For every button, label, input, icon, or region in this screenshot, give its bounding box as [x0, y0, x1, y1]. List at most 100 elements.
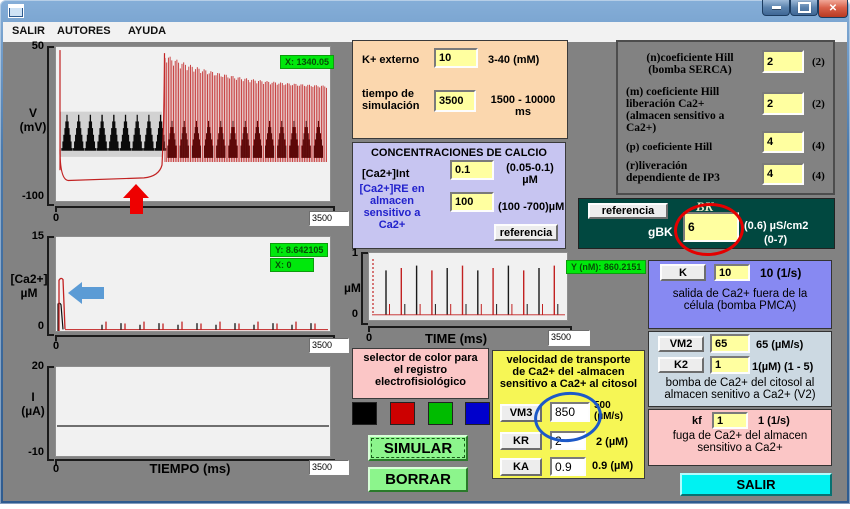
- hill-n-label: (n)coeficiente Hill (bomba SERCA): [622, 52, 758, 76]
- store-cursor-y-badge: Y (nM): 860.2151: [566, 260, 646, 274]
- k-externo-input[interactable]: [434, 48, 478, 68]
- store-x-start: 0: [366, 332, 372, 344]
- k-externo-range: 3-40 (mM): [488, 54, 539, 66]
- minimize-button[interactable]: [762, 0, 790, 16]
- concentraciones-title: CONCENTRACIONES DE CALCIO: [354, 147, 564, 159]
- tiempo-label: tiempo de simulación: [362, 88, 419, 112]
- maximize-button[interactable]: [790, 0, 818, 16]
- salir-button[interactable]: SALIR: [680, 473, 832, 496]
- kf-input[interactable]: [712, 412, 748, 429]
- kr-ref: 2 (µM): [596, 436, 628, 448]
- store-x-end-box[interactable]: 3500: [548, 330, 590, 346]
- hill-r-input[interactable]: [762, 163, 804, 185]
- calcium-cursor-x-badge: X: 0: [270, 258, 314, 272]
- store-plot[interactable]: [368, 252, 568, 321]
- hill-p-ref: (4): [812, 140, 825, 152]
- tiempo-range: 1500 - 10000 ms: [482, 94, 564, 118]
- color-swatch-green[interactable]: [428, 402, 453, 425]
- hill-r-label: (r)liveración dependiente de IP3: [626, 160, 762, 184]
- calcium-cursor-y-badge: Y: 8.642105: [270, 243, 328, 257]
- blue-left-arrow-icon: [68, 282, 82, 304]
- voltage-x-axis: [55, 206, 335, 212]
- ca-re-range: (100 -700)µM: [498, 201, 564, 213]
- vm2-ref: 65 (µM/s): [756, 339, 803, 351]
- app-window-icon: [8, 4, 24, 18]
- hill-m-input[interactable]: [762, 92, 804, 115]
- tiempo-input[interactable]: [434, 90, 476, 112]
- hill-p-label: (p) coeficiente Hill: [626, 141, 712, 153]
- k2-input[interactable]: [710, 356, 750, 374]
- color-swatch-black[interactable]: [352, 402, 377, 425]
- application-window: ✕ SALIR AUTORES AYUDA 50 -100 V (mV) X: …: [0, 0, 850, 504]
- hill-p-input[interactable]: [762, 131, 804, 153]
- k2-ref: 1(µM) (1 - 5): [752, 361, 813, 373]
- gbk-ref: (0.6) µS/cm2: [744, 220, 808, 232]
- referencia-button-bk[interactable]: referencia: [588, 203, 668, 219]
- simular-button[interactable]: SIMULAR: [368, 435, 468, 461]
- vm3-button[interactable]: VM3: [500, 404, 542, 422]
- kr-button[interactable]: KR: [500, 432, 542, 450]
- calcium-x-end-box[interactable]: 3500: [309, 338, 349, 353]
- hill-n-input[interactable]: [762, 50, 804, 73]
- voltage-x-start: 0: [53, 212, 59, 224]
- color-swatch-blue[interactable]: [465, 402, 490, 425]
- store-waveform: [369, 253, 567, 321]
- k-ref: 10 (1/s): [760, 266, 801, 280]
- red-up-arrow-shaft: [130, 197, 143, 214]
- serca-desc: bomba de Ca2+ del citosol al almacen sen…: [650, 377, 830, 401]
- store-ymin-label: 0: [348, 308, 358, 320]
- vm2-input[interactable]: [710, 334, 750, 353]
- titlebar[interactable]: ✕: [0, 0, 850, 22]
- calcium-x-axis: [55, 335, 335, 341]
- vm3-ref: 500 (µM/s): [594, 400, 623, 422]
- calcium-ymin-label: 0: [32, 320, 44, 332]
- kf-ref: 1 (1/s): [758, 415, 790, 427]
- store-y-axis: [361, 252, 368, 325]
- close-button[interactable]: ✕: [818, 0, 848, 18]
- ca-re-input[interactable]: [450, 192, 494, 212]
- current-y-axis: [47, 366, 54, 461]
- hill-r-ref: (4): [812, 170, 825, 182]
- k-externo-label: K+ externo: [362, 54, 419, 66]
- gbk-input[interactable]: [683, 212, 739, 242]
- current-x-end-box[interactable]: 3500: [309, 460, 349, 475]
- current-plot[interactable]: [55, 366, 331, 457]
- hill-m-label: (m) coeficiente Hill liberación Ca2+ (al…: [626, 86, 762, 134]
- borrar-button[interactable]: BORRAR: [368, 467, 468, 492]
- calcium-y-axis: [47, 236, 54, 336]
- ca-int-input[interactable]: [450, 160, 494, 180]
- k-button[interactable]: K: [660, 264, 706, 281]
- k2-button[interactable]: K2: [658, 357, 704, 373]
- voltage-waveform: [56, 47, 330, 202]
- color-swatch-red[interactable]: [390, 402, 415, 425]
- hill-n-ref: (2): [812, 56, 825, 68]
- store-axis-label: µM: [344, 281, 361, 295]
- menu-ayuda[interactable]: AYUDA: [128, 25, 166, 37]
- menu-autores[interactable]: AUTORES: [57, 25, 111, 37]
- calcium-x-start: 0: [53, 340, 59, 352]
- blue-left-arrow-shaft: [82, 287, 104, 299]
- close-icon: ✕: [829, 3, 837, 14]
- leak-desc: fuga de Ca2+ del almacen sensitivo a Ca2…: [650, 430, 830, 454]
- ka-button[interactable]: KA: [500, 458, 542, 476]
- voltage-plot[interactable]: [55, 46, 331, 202]
- kr-input[interactable]: [550, 431, 586, 450]
- transporte-title: velocidad de transporte de Ca2+ del -alm…: [493, 354, 644, 390]
- color-selector-title: selector de color para el registro elect…: [353, 352, 488, 388]
- current-ymax-label: 20: [24, 360, 44, 372]
- calcium-ymax-label: 15: [24, 230, 44, 242]
- vm3-input[interactable]: [550, 402, 590, 422]
- gbk-range: (0-7): [764, 234, 787, 246]
- voltage-x-end-box[interactable]: 3500: [309, 211, 349, 226]
- current-waveform: [56, 367, 330, 457]
- ka-input[interactable]: [550, 457, 586, 476]
- referencia-button-calcio[interactable]: referencia: [494, 224, 558, 241]
- store-xaxis-title: TIME (ms): [408, 331, 504, 346]
- voltage-cursor-badge: X: 1340.05: [280, 55, 334, 69]
- maximize-icon: [798, 2, 811, 13]
- k-input[interactable]: [714, 264, 750, 281]
- vm2-button[interactable]: VM2: [658, 336, 704, 352]
- menu-salir[interactable]: SALIR: [12, 25, 45, 37]
- red-up-arrow-icon: [123, 184, 149, 198]
- gbk-label: gBK: [648, 225, 673, 239]
